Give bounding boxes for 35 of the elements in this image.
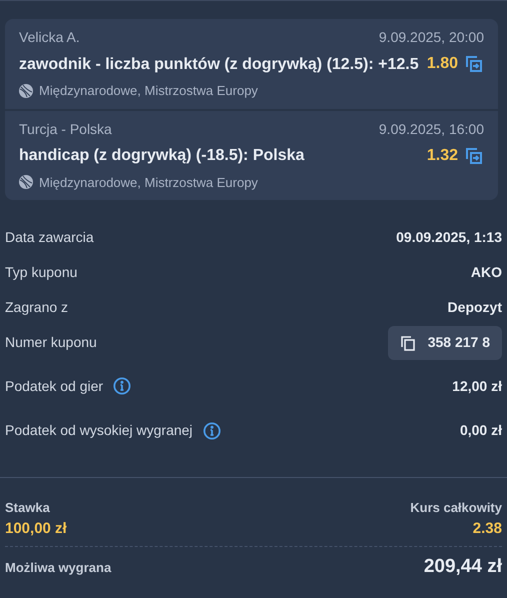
detail-label: Zagrano z [5,298,68,317]
copy-icon [400,334,416,350]
bet-odds: 1.80 [426,54,458,74]
info-icon[interactable] [113,377,132,395]
stake-label: Stawka [5,499,51,517]
detail-value: 09.09.2025, 1:13 [396,228,502,247]
coupon-number-button[interactable]: 358 217 8 [388,326,502,360]
detail-label: Podatek od wysokiej wygranej [5,421,193,440]
detail-value: 12,00 zł [452,376,502,396]
bet-selection: zawodnik - liczba punktów (z dogrywką) (12.5): +12.5 [19,54,419,74]
share-icon[interactable] [464,146,484,166]
basketball-icon [19,175,33,190]
event-datetime: 9.09.2025, 16:00 [378,120,484,138]
share-icon[interactable] [464,54,484,74]
detail-label: Numer kuponu [5,333,97,352]
possible-win-amount: 209,44 zł [424,555,502,579]
detail-label: Typ kuponu [5,263,78,282]
bet-selection: handicap (z dogrywką) (-18.5): Polska [19,146,306,166]
detail-value: AKO [470,263,502,282]
basketball-icon [19,84,33,98]
stake-amount: 100,00 zł [5,518,67,538]
event-name: Velicka A. [19,28,80,47]
bet-odds: 1.32 [426,146,458,166]
league-name: Międzynarodowe, Mistrzostwa Europy [39,174,258,192]
event-datetime: 9.09.2025, 20:00 [378,28,484,47]
event-name: Turcja - Polska [19,120,112,139]
info-icon[interactable] [202,422,221,440]
detail-label: Data zawarcia [5,228,94,247]
possible-win-label: Możliwa wygrana [5,558,112,577]
detail-value: 0,00 zł [460,421,502,440]
detail-label: Podatek od gier [5,376,104,396]
total-odds: 2.38 [472,518,502,538]
total-odds-label: Kurs całkowity [410,499,502,517]
league-name: Międzynarodowe, Mistrzostwa Europy [39,82,258,100]
detail-value: Depozyt [448,298,502,317]
